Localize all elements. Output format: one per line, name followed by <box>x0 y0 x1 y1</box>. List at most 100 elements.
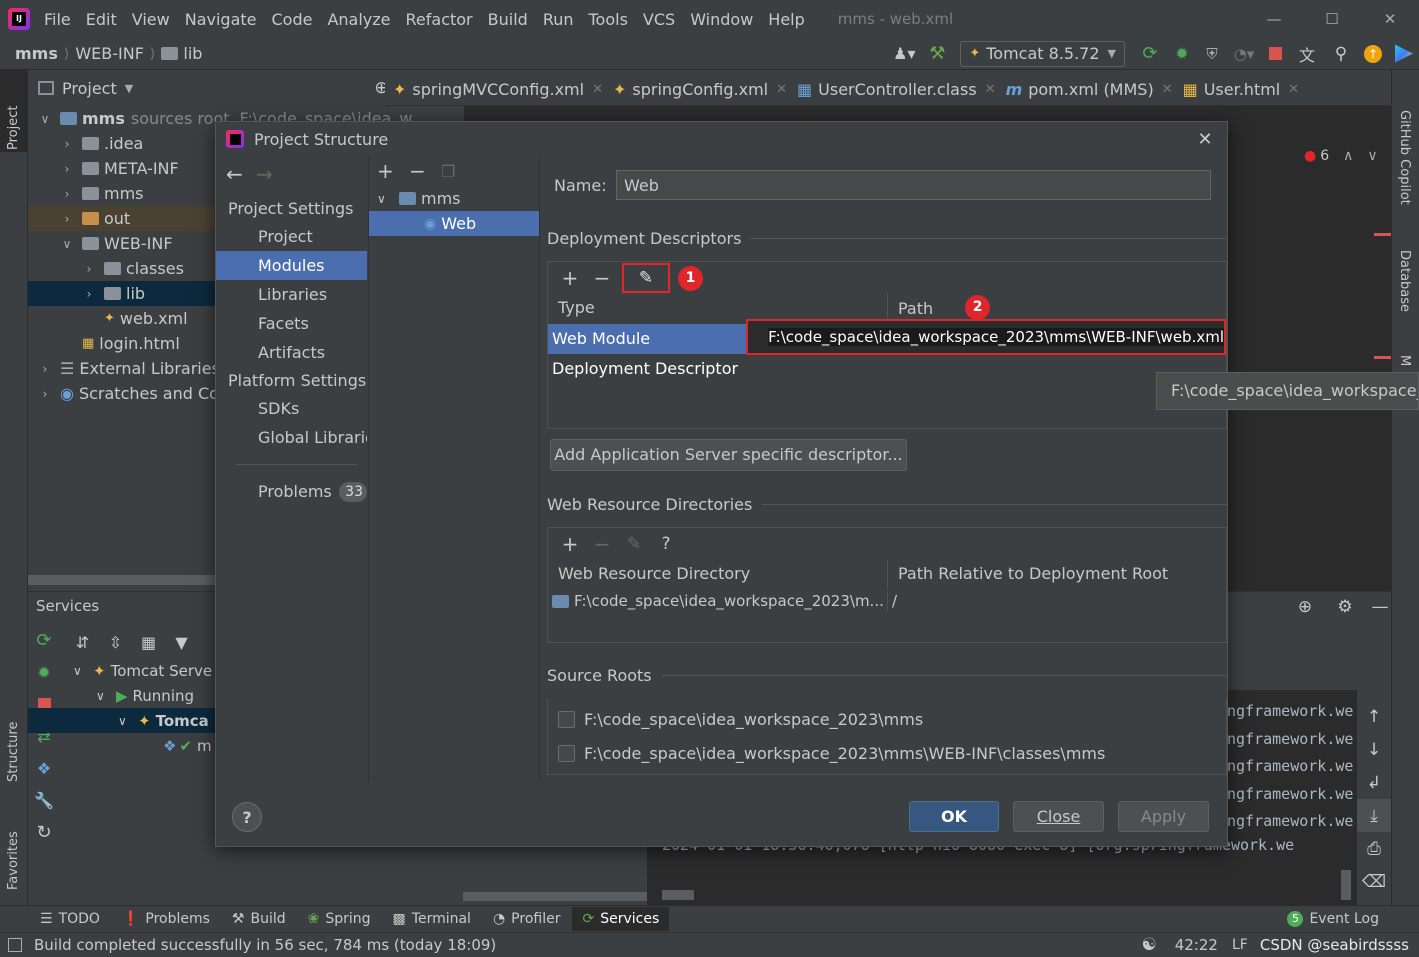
error-indicator[interactable]: ● 6 ∧ ∨ <box>1304 148 1378 164</box>
menu-tools[interactable]: Tools <box>589 10 628 29</box>
todo-tool-button[interactable]: ☰ TODO <box>40 911 100 927</box>
spring-tool-button[interactable]: ❀ Spring <box>308 911 371 927</box>
tab-pom-xml[interactable]: m pom.xml (MMS) ✕ <box>1006 80 1173 99</box>
tab-springmvcconfig[interactable]: ✦ springMVCConfig.xml ✕ <box>393 80 603 99</box>
rerun-icon[interactable]: ⟳ <box>28 624 60 656</box>
database-tool-button[interactable]: Database <box>1397 250 1412 330</box>
minimize-icon[interactable]: — <box>1245 10 1303 28</box>
source-root-checkbox[interactable] <box>558 744 575 762</box>
close-tab-icon[interactable]: ✕ <box>1162 82 1173 97</box>
web-resource-rel-cell[interactable]: / <box>888 592 897 610</box>
soft-wrap-icon[interactable]: ↲ <box>1357 766 1391 799</box>
tree-item-facet-web[interactable]: ◉ Web <box>369 211 539 236</box>
arrow-down-icon[interactable]: ↓ <box>1357 733 1391 766</box>
collapse-all-icon[interactable]: ⇳ <box>99 633 132 652</box>
artifact-icon[interactable]: ❖ <box>28 752 60 784</box>
filter-icon[interactable]: ▼ <box>165 633 198 652</box>
ok-button[interactable]: OK <box>909 801 999 832</box>
profiler-icon[interactable]: ◔▾ <box>1227 45 1261 63</box>
close-tab-icon[interactable]: ✕ <box>592 82 603 97</box>
arrow-up-icon[interactable]: ↑ <box>1357 700 1391 733</box>
edit-resource-pencil-icon[interactable]: ✎ <box>618 534 650 554</box>
search-icon[interactable]: ⚲ <box>1325 44 1357 64</box>
user-icon[interactable]: ♟▾ <box>888 44 920 63</box>
coverage-icon[interactable]: ⛨ <box>1197 45 1227 63</box>
profiler-tool-button[interactable]: ◔ Profiler <box>493 911 561 927</box>
source-root-item[interactable]: F:\code_space\idea_workspace_2023\mms <box>548 702 1226 736</box>
add-server-descriptor-button[interactable]: Add Application Server specific descript… <box>550 439 907 471</box>
caret-position[interactable]: 42:22 <box>1175 936 1218 954</box>
maximize-icon[interactable]: ☐ <box>1303 10 1361 28</box>
menu-view[interactable]: View <box>132 10 170 29</box>
sidebar-item-libraries[interactable]: Libraries <box>216 280 367 309</box>
tab-springconfig[interactable]: ✦ springConfig.xml ✕ <box>613 80 787 99</box>
expand-all-icon[interactable]: ⇵ <box>66 633 99 652</box>
group-icon[interactable]: ▦ <box>132 633 165 652</box>
menu-refactor[interactable]: Refactor <box>406 10 473 29</box>
error-stripe-mark[interactable] <box>1374 356 1391 359</box>
github-copilot-tool-button[interactable]: GitHub Copilot <box>1397 110 1412 230</box>
tab-user-html[interactable]: ▦ User.html ✕ <box>1183 80 1300 99</box>
event-log-button[interactable]: 5 Event Log <box>1287 911 1379 927</box>
menu-file[interactable]: File <box>44 10 71 29</box>
scroll-to-end-icon[interactable]: ⤓ <box>1357 799 1391 832</box>
hide-icon[interactable]: — <box>1365 597 1395 617</box>
column-header-web-resource-directory[interactable]: Web Resource Directory <box>548 560 888 590</box>
services-tool-button[interactable]: ⟳ Services <box>572 907 670 931</box>
name-input[interactable]: Web <box>616 170 1211 200</box>
line-separator[interactable]: LF <box>1232 937 1248 953</box>
copy-icon[interactable]: ❐ <box>441 162 473 181</box>
menu-edit[interactable]: Edit <box>86 10 117 29</box>
close-tab-icon[interactable]: ✕ <box>985 82 996 97</box>
forward-arrow-icon[interactable]: → <box>256 162 286 186</box>
close-button[interactable]: Close <box>1013 801 1104 832</box>
run-config-selector[interactable]: ✦ Tomcat 8.5.72 ▼ <box>960 40 1125 67</box>
menu-navigate[interactable]: Navigate <box>185 10 257 29</box>
deployment-descriptor-row[interactable]: Web Module Deployment Descriptor F:\code… <box>548 319 1226 378</box>
toolbox-icon[interactable] <box>1389 44 1419 63</box>
sidebar-item-project[interactable]: Project <box>216 222 367 251</box>
settings-wrench-icon[interactable]: 🔧 <box>28 784 60 816</box>
close-dialog-icon[interactable]: ✕ <box>1183 129 1227 150</box>
back-arrow-icon[interactable]: ← <box>226 162 256 186</box>
toggle-tool-windows-icon[interactable] <box>8 938 22 952</box>
menu-run[interactable]: Run <box>543 10 574 29</box>
breadcrumb-mms[interactable]: mms <box>15 44 58 63</box>
favorites-tool-button[interactable]: Favorites <box>6 810 21 890</box>
status-message[interactable]: Build completed successfully in 56 sec, … <box>34 936 496 954</box>
horizontal-scrollbar[interactable] <box>463 892 647 901</box>
update-icon[interactable]: ↑ <box>1357 44 1389 63</box>
rerun-icon[interactable]: ⟳ <box>1133 43 1167 64</box>
sidebar-item-global-libraries[interactable]: Global Librarie <box>216 423 367 452</box>
stop-icon[interactable] <box>1261 47 1289 60</box>
column-header-path-relative[interactable]: Path Relative to Deployment Root <box>888 560 1226 590</box>
source-root-checkbox[interactable] <box>558 710 575 728</box>
gear-icon[interactable]: ⚙ <box>1325 597 1365 617</box>
build-tool-button[interactable]: ⚒ Build <box>232 911 286 927</box>
remove-descriptor-icon[interactable]: − <box>586 266 618 290</box>
translate-icon[interactable]: 文 <box>1289 42 1325 66</box>
remove-resource-icon[interactable]: − <box>586 532 618 556</box>
menu-vcs[interactable]: VCS <box>643 10 675 29</box>
add-icon[interactable]: + <box>377 159 409 183</box>
horizontal-scrollbar[interactable] <box>28 575 218 585</box>
web-resource-row[interactable]: F:\code_space\idea_workspace_2023\m... / <box>548 590 1226 612</box>
breadcrumb-web-inf[interactable]: WEB-INF <box>75 44 144 63</box>
breadcrumb-lib[interactable]: lib <box>183 44 202 63</box>
add-descriptor-icon[interactable]: + <box>554 266 586 290</box>
help-button[interactable]: ? <box>232 802 262 832</box>
horizontal-scrollbar[interactable] <box>662 890 694 900</box>
sidebar-item-sdks[interactable]: SDKs <box>216 394 367 423</box>
descriptor-path-cell[interactable]: F:\code_space\idea_workspace_2023\mms\WE… <box>746 319 1226 355</box>
problems-tool-button[interactable]: ❗ Problems <box>122 911 210 927</box>
locate-icon[interactable]: ⊕ <box>1285 597 1325 617</box>
menu-code[interactable]: Code <box>272 10 313 29</box>
project-tool-button[interactable]: Project <box>6 80 21 150</box>
menu-analyze[interactable]: Analyze <box>327 10 390 29</box>
terminal-tool-button[interactable]: ▩ Terminal <box>393 911 471 927</box>
tree-item-module-mms[interactable]: ∨ mms <box>369 186 539 211</box>
help-question-icon[interactable]: ? <box>650 534 682 554</box>
tree-item-tomcat-server[interactable]: ∨ ✦ Tomcat Serve <box>68 658 216 683</box>
close-window-icon[interactable]: ✕ <box>1361 10 1419 28</box>
sidebar-item-facets[interactable]: Facets <box>216 309 367 338</box>
